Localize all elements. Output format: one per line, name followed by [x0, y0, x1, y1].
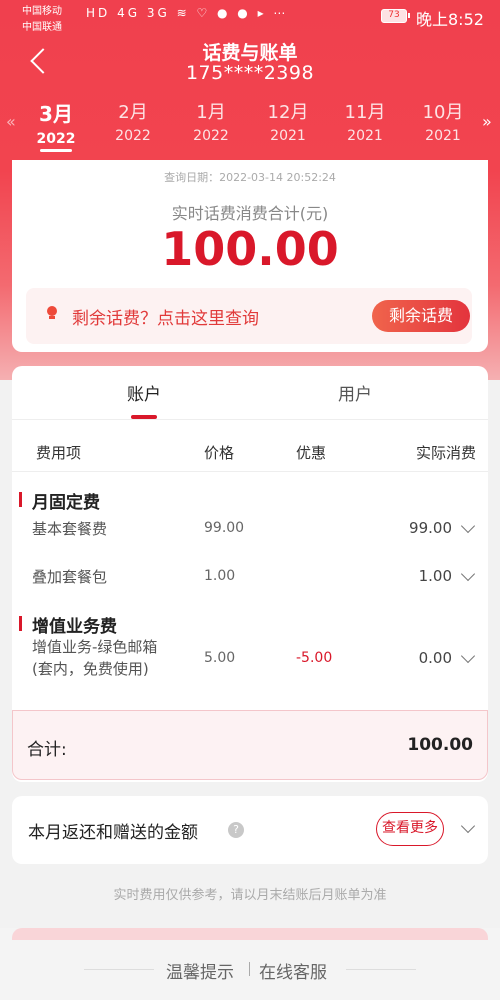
status-time: 晚上8:52	[416, 10, 484, 29]
section-marker	[19, 616, 22, 631]
month-tab-2021-12[interactable]: 12月 2021	[258, 98, 318, 144]
status-bar: 中国移动 中国联通 HD 4G 3G ≋ ♡ ● ● ▸ ⋯ 73 晚上8:52	[0, 0, 500, 36]
col-header-item: 费用项	[36, 444, 82, 462]
detail-tabs: 账户 用户	[12, 366, 488, 420]
chevron-down-icon[interactable]	[460, 818, 476, 834]
lightbulb-icon	[46, 306, 58, 320]
fee-name: 增值业务-绿色邮箱	[32, 638, 158, 656]
month-label: 10月	[422, 102, 464, 123]
month-label: 3月	[39, 102, 73, 126]
fee-discount: -5.00	[296, 650, 333, 666]
tab-user[interactable]: 用户	[295, 380, 415, 405]
page-title: 话费与账单	[202, 42, 298, 64]
query-date: 查询日期：2022-03-14 20:52:24	[164, 171, 336, 184]
month-label: 12月	[267, 102, 309, 123]
balance-button[interactable]: 剩余话费	[372, 300, 470, 332]
see-more-button[interactable]: 查看更多	[376, 812, 444, 846]
col-header-actual: 实际消费	[416, 444, 477, 462]
year-label: 2021	[347, 128, 383, 144]
divider	[84, 969, 154, 970]
section-marker	[19, 492, 22, 507]
total-row-label: 合计:	[27, 740, 67, 760]
help-icon[interactable]: ?	[228, 822, 244, 838]
month-selector: « 3月 2022 2月 2022 1月 2022 12月 2021 11月 2…	[0, 98, 500, 154]
year-label: 2021	[425, 128, 461, 144]
fee-actual: 1.00	[418, 567, 452, 585]
chevron-down-icon[interactable]	[460, 648, 476, 664]
balance-query-text[interactable]: 剩余话费？点击这里查询	[72, 304, 259, 329]
section-title: 月固定费	[32, 493, 100, 513]
month-tab-2022-01[interactable]: 1月 2022	[181, 98, 241, 144]
year-label: 2022	[115, 128, 151, 144]
scroll-left-icon[interactable]: «	[6, 112, 16, 131]
fee-actual: 99.00	[409, 519, 452, 537]
month-tab-2021-10[interactable]: 10月 2021	[413, 98, 473, 144]
section-title: 增值业务费	[32, 617, 117, 637]
divider	[346, 969, 416, 970]
tab-account[interactable]: 账户	[84, 380, 204, 419]
footer: 温馨提示 在线客服	[0, 928, 500, 1000]
total-row-value: 100.00	[407, 735, 473, 755]
year-label: 2021	[270, 128, 306, 144]
month-label: 2月	[118, 102, 148, 123]
online-service-link[interactable]: 在线客服	[259, 958, 327, 983]
month-tab-2021-11[interactable]: 11月 2021	[335, 98, 395, 144]
col-header-price: 价格	[204, 444, 235, 462]
fee-name: 基本套餐费	[32, 520, 108, 538]
fee-actual: 0.00	[418, 649, 452, 667]
month-label: 1月	[196, 102, 226, 123]
bill-total-row: 合计: 100.00	[12, 710, 488, 780]
refund-title: 本月返还和赠送的金额	[28, 823, 198, 843]
fee-price: 1.00	[204, 568, 236, 584]
year-label: 2022	[193, 128, 229, 144]
disclaimer-text: 实时费用仅供参考，请以月末结账后月账单为准	[113, 888, 387, 903]
refund-card[interactable]: 本月返还和赠送的金额 ? 查看更多	[12, 796, 488, 864]
status-icons: HD 4G 3G ≋ ♡ ● ● ▸ ⋯	[86, 6, 289, 20]
bill-summary-card: 查询日期：2022-03-14 20:52:24 实时话费消费合计(元) 100…	[12, 160, 488, 352]
footer-tips-link[interactable]: 温馨提示	[166, 958, 234, 983]
fee-name-note: (套内，免费使用)	[32, 660, 149, 678]
battery-icon: 73	[381, 9, 410, 23]
month-tab-2022-02[interactable]: 2月 2022	[103, 98, 163, 144]
chevron-down-icon[interactable]	[460, 518, 476, 534]
bill-detail-card: 账户 用户 费用项 价格 优惠 实际消费 月固定费 基本套餐费 99.00 99…	[12, 366, 488, 782]
fee-price: 99.00	[204, 520, 245, 536]
divider	[249, 962, 250, 976]
table-header: 费用项 价格 优惠 实际消费	[12, 428, 488, 472]
col-header-discount: 优惠	[296, 444, 327, 462]
total-label: 实时话费消费合计(元)	[171, 204, 329, 223]
fee-price: 5.00	[204, 650, 236, 666]
balance-query-bar[interactable]: 剩余话费？点击这里查询 剩余话费	[26, 288, 472, 344]
month-tab-2022-03[interactable]: 3月 2022	[26, 98, 86, 152]
phone-number: 175****2398	[185, 62, 315, 84]
footer-card-edge	[12, 928, 488, 940]
month-label: 11月	[344, 102, 386, 123]
fee-name: 叠加套餐包	[32, 568, 108, 586]
carrier-2: 中国联通	[22, 22, 62, 33]
scroll-right-icon[interactable]: »	[482, 112, 492, 131]
total-amount: 100.00	[161, 222, 339, 276]
chevron-down-icon[interactable]	[460, 566, 476, 582]
carrier-1: 中国移动	[22, 6, 62, 17]
year-label: 2022	[36, 131, 76, 147]
